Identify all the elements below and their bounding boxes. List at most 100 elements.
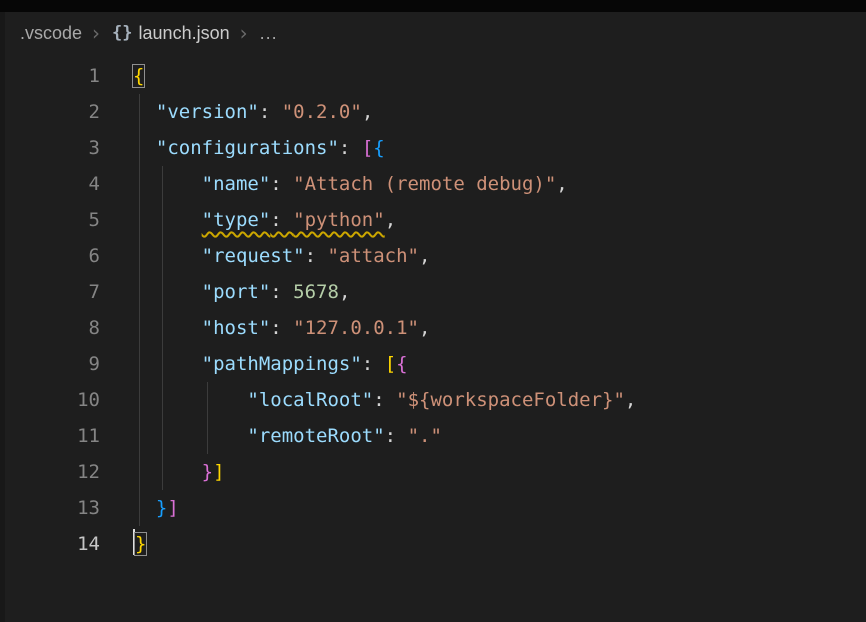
code-token: { — [133, 65, 144, 87]
code-line[interactable]: 6 "request": "attach", — [0, 238, 866, 274]
code-token: "port" — [202, 281, 271, 303]
code-text: "configurations": [{ — [133, 130, 385, 166]
code-token: "version" — [156, 101, 259, 123]
code-line[interactable]: 5 "type": "python", — [0, 202, 866, 238]
line-number[interactable]: 5 — [0, 202, 100, 238]
code-token — [133, 353, 202, 375]
code-token: [ — [362, 137, 373, 159]
code-token: ] — [213, 461, 224, 483]
code-token: "Attach (remote debug)" — [293, 173, 556, 195]
line-number[interactable]: 2 — [0, 94, 100, 130]
code-token — [133, 461, 202, 483]
code-token: , — [339, 281, 350, 303]
breadcrumb: .vscode › {} launch.json › ... — [0, 12, 866, 54]
code-token: } — [135, 533, 146, 555]
line-number[interactable]: 12 — [0, 454, 100, 490]
code-token — [133, 245, 202, 267]
code-token: } — [156, 497, 167, 519]
code-token: { — [396, 353, 407, 375]
code-token: "localRoot" — [247, 389, 373, 411]
code-token: : — [373, 389, 396, 411]
code-text: "request": "attach", — [133, 238, 430, 274]
code-token: "host" — [202, 317, 271, 339]
code-token: "." — [408, 425, 442, 447]
code-text: "remoteRoot": "." — [133, 418, 442, 454]
code-token — [133, 209, 202, 231]
code-line[interactable]: 10 "localRoot": "${workspaceFolder}", — [0, 382, 866, 418]
line-number[interactable]: 3 — [0, 130, 100, 166]
code-text: { — [133, 58, 144, 94]
breadcrumb-folder[interactable]: .vscode — [20, 23, 82, 44]
line-number[interactable]: 6 — [0, 238, 100, 274]
code-token: "name" — [202, 173, 271, 195]
line-number[interactable]: 7 — [0, 274, 100, 310]
code-line[interactable]: 13 }] — [0, 490, 866, 526]
code-token: : — [270, 281, 293, 303]
code-line[interactable]: 12 }] — [0, 454, 866, 490]
indent-guide — [207, 382, 208, 454]
code-token: : — [339, 137, 362, 159]
code-token: ] — [167, 497, 178, 519]
code-token: , — [362, 101, 373, 123]
code-token: } — [202, 461, 213, 483]
code-token: "127.0.0.1" — [293, 317, 419, 339]
code-token: "${workspaceFolder}" — [396, 389, 625, 411]
code-token: "pathMappings" — [202, 353, 362, 375]
code-line[interactable]: 8 "host": "127.0.0.1", — [0, 310, 866, 346]
code-token: : — [305, 245, 328, 267]
code-token: "python" — [293, 209, 385, 231]
breadcrumb-symbol-path[interactable]: ... — [260, 23, 278, 44]
code-token — [133, 389, 247, 411]
code-token: , — [385, 209, 396, 231]
code-line[interactable]: 7 "port": 5678, — [0, 274, 866, 310]
code-line[interactable]: 9 "pathMappings": [{ — [0, 346, 866, 382]
json-braces-icon: {} — [112, 23, 132, 43]
code-token: 5678 — [293, 281, 339, 303]
code-token: , — [625, 389, 636, 411]
code-text: "localRoot": "${workspaceFolder}", — [133, 382, 636, 418]
code-line[interactable]: 11 "remoteRoot": "." — [0, 418, 866, 454]
code-token — [133, 497, 156, 519]
code-line[interactable]: 2 "version": "0.2.0", — [0, 94, 866, 130]
indent-guide — [162, 166, 163, 490]
line-number[interactable]: 13 — [0, 490, 100, 526]
code-token: : — [270, 317, 293, 339]
code-token: [ — [385, 353, 396, 375]
code-text: }] — [133, 454, 225, 490]
code-token: : — [362, 353, 385, 375]
editor[interactable]: 1{2 "version": "0.2.0",3 "configurations… — [0, 54, 866, 562]
line-number[interactable]: 4 — [0, 166, 100, 202]
code-token: "0.2.0" — [282, 101, 362, 123]
line-number[interactable]: 9 — [0, 346, 100, 382]
indent-guide — [139, 94, 140, 526]
code-token: , — [419, 317, 430, 339]
code-token — [133, 101, 156, 123]
code-token: "remoteRoot" — [247, 425, 384, 447]
code-token: , — [419, 245, 430, 267]
line-number[interactable]: 8 — [0, 310, 100, 346]
code-token: : — [385, 425, 408, 447]
line-number[interactable]: 14 — [0, 526, 100, 562]
code-token: { — [373, 137, 384, 159]
code-token: "configurations" — [156, 137, 339, 159]
code-text: "version": "0.2.0", — [133, 94, 373, 130]
code-text: "name": "Attach (remote debug)", — [133, 166, 568, 202]
editor-lines: 1{2 "version": "0.2.0",3 "configurations… — [0, 58, 866, 562]
code-token: "attach" — [327, 245, 419, 267]
code-line[interactable]: 4 "name": "Attach (remote debug)", — [0, 166, 866, 202]
line-number[interactable]: 10 — [0, 382, 100, 418]
code-text: "host": "127.0.0.1", — [133, 310, 430, 346]
code-text: "pathMappings": [{ — [133, 346, 408, 382]
editor-top-bar — [0, 0, 866, 12]
code-token: , — [556, 173, 567, 195]
code-token: : — [270, 209, 293, 231]
code-line[interactable]: 14} — [0, 526, 866, 562]
chevron-right-icon: › — [240, 21, 248, 45]
breadcrumb-file[interactable]: launch.json — [139, 23, 230, 44]
code-token: "type" — [202, 209, 271, 231]
line-number[interactable]: 1 — [0, 58, 100, 94]
code-token: "request" — [202, 245, 305, 267]
code-line[interactable]: 1{ — [0, 58, 866, 94]
code-line[interactable]: 3 "configurations": [{ — [0, 130, 866, 166]
line-number[interactable]: 11 — [0, 418, 100, 454]
